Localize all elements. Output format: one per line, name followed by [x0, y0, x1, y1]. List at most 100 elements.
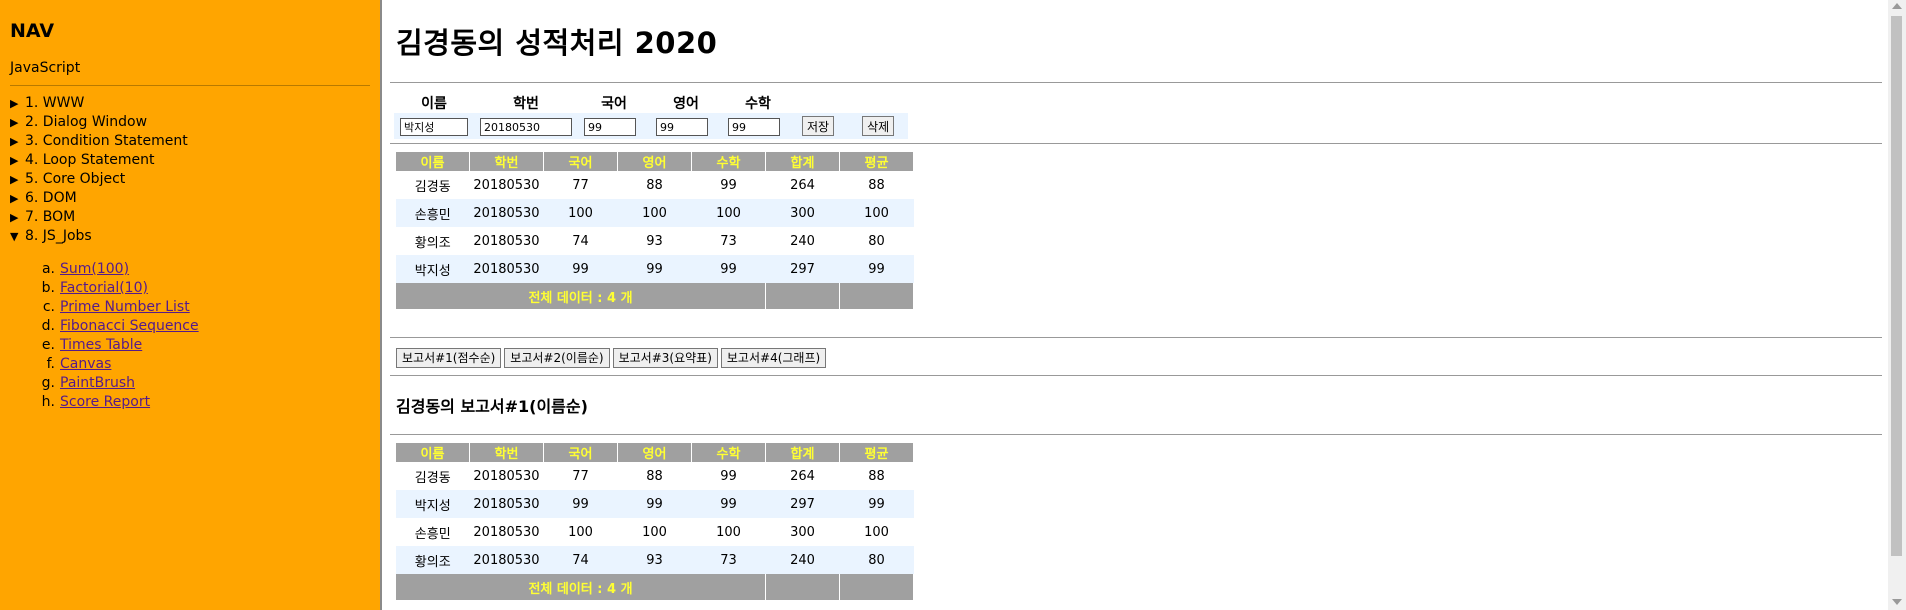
table-row: 손흥민 20180530 100 100 100 300 100 — [396, 199, 914, 227]
report-2-button[interactable]: 보고서#2(이름순) — [504, 347, 610, 368]
nav-item-label[interactable]: 7. BOM — [25, 209, 75, 225]
cell-id: 20180530 — [469, 255, 544, 283]
nav-item-loop-statement[interactable]: ▶ 4. Loop Statement — [10, 151, 370, 170]
expand-triangle-icon[interactable]: ▶ — [10, 132, 25, 151]
cell-english: 88 — [646, 177, 663, 193]
cell-korean: 74 — [572, 233, 589, 249]
divider — [390, 375, 1882, 376]
scroll-down-arrow-icon[interactable] — [1892, 599, 1902, 605]
nav-item-core-object[interactable]: ▶ 5. Core Object — [10, 170, 370, 189]
name-input[interactable] — [400, 118, 468, 136]
subitem-link[interactable]: Score Report — [60, 394, 150, 410]
column-header: 국어 — [543, 152, 618, 171]
nav-item-condition-statement[interactable]: ▶ 3. Condition Statement — [10, 132, 370, 151]
column-header: 합계 — [765, 443, 840, 462]
nav-item-dialog-window[interactable]: ▶ 2. Dialog Window — [10, 113, 370, 132]
footer-empty-cell — [839, 283, 914, 309]
column-header: 학번 — [469, 152, 544, 171]
report-3-button[interactable]: 보고서#3(요약표) — [612, 347, 718, 368]
expand-triangle-icon[interactable]: ▶ — [10, 151, 25, 170]
nav-item-label[interactable]: 2. Dialog Window — [25, 114, 147, 130]
column-header: 영어 — [617, 443, 692, 462]
cell-korean: 74 — [543, 546, 618, 574]
nav-item-www[interactable]: ▶ 1. WWW — [10, 94, 370, 113]
nav-title: NAV — [10, 20, 55, 42]
save-button[interactable]: 저장 — [802, 116, 835, 137]
expand-triangle-icon[interactable]: ▶ — [10, 113, 25, 132]
cell-korean: 99 — [543, 490, 618, 518]
student-id-input[interactable] — [480, 118, 572, 137]
subitem-link[interactable]: Canvas — [60, 356, 111, 372]
column-header: 영어 — [617, 152, 692, 171]
math-score-input[interactable] — [728, 118, 780, 137]
nav-submenu: a. Sum(100) b. Factorial(10) c. Prime Numbe… — [36, 260, 370, 412]
subitem-link[interactable]: Sum(100) — [60, 261, 129, 277]
nav-item-label[interactable]: 3. Condition Statement — [25, 133, 188, 149]
cell-id: 20180530 — [469, 546, 544, 574]
cell-total: 300 — [790, 524, 815, 540]
report-title: 김경동의 보고서#1(이름순) — [396, 397, 588, 416]
nav-item-label[interactable]: 1. WWW — [25, 95, 84, 111]
cell-total: 297 — [765, 255, 840, 283]
collapse-triangle-icon[interactable]: ▼ — [10, 227, 25, 246]
nav-item-label[interactable]: 8. JS_Jobs — [25, 228, 92, 244]
cell-id: 20180530 — [473, 177, 540, 193]
cell-id: 20180530 — [473, 233, 540, 249]
column-header: 수학 — [691, 443, 766, 462]
subitem-sum: a. Sum(100) — [36, 260, 370, 279]
report-4-button[interactable]: 보고서#4(그래프) — [720, 347, 827, 368]
nav-subtitle: JavaScript — [10, 60, 81, 76]
delete-button[interactable]: 삭제 — [862, 116, 895, 137]
english-score-input[interactable] — [656, 118, 708, 137]
cell-total: 300 — [765, 199, 840, 227]
cell-average: 80 — [868, 233, 885, 249]
nav-item-dom[interactable]: ▶ 6. DOM — [10, 189, 370, 208]
cell-math: 73 — [691, 546, 766, 574]
cell-english: 99 — [617, 255, 692, 283]
expand-triangle-icon[interactable]: ▶ — [10, 170, 25, 189]
cell-korean: 77 — [572, 468, 589, 484]
cell-total: 264 — [790, 468, 815, 484]
report-table: 이름 학번 국어 영어 수학 합계 평균 김경동 20180530 77 88 … — [396, 443, 914, 600]
divider — [390, 143, 1882, 144]
nav-item-label[interactable]: 6. DOM — [25, 190, 77, 206]
nav-item-label[interactable]: 5. Core Object — [25, 171, 125, 187]
korean-score-input[interactable] — [584, 118, 636, 137]
form-header-name: 이름 — [421, 96, 447, 112]
expand-triangle-icon[interactable]: ▶ — [10, 189, 25, 208]
cell-math: 100 — [716, 524, 741, 540]
expand-triangle-icon[interactable]: ▶ — [10, 94, 25, 113]
cell-korean: 77 — [572, 177, 589, 193]
subitem-prime-number-list: c. Prime Number List — [36, 298, 370, 317]
cell-average: 100 — [864, 524, 889, 540]
cell-math: 73 — [720, 233, 737, 249]
cell-name: 박지성 — [396, 490, 470, 518]
scrollbar-thumb[interactable] — [1891, 16, 1902, 556]
cell-english: 93 — [646, 233, 663, 249]
subitem-link[interactable]: Fibonacci Sequence — [60, 318, 199, 334]
subitem-link[interactable]: PaintBrush — [60, 375, 135, 391]
cell-math: 99 — [720, 468, 737, 484]
subitem-link[interactable]: Prime Number List — [60, 299, 190, 315]
nav-item-label[interactable]: 4. Loop Statement — [25, 152, 155, 168]
cell-name: 황의조 — [396, 546, 470, 574]
subitem-link[interactable]: Times Table — [60, 337, 142, 353]
nav-item-js-jobs[interactable]: ▼ 8. JS_Jobs — [10, 227, 370, 246]
cell-id: 20180530 — [473, 468, 540, 484]
cell-id: 20180530 — [473, 524, 540, 540]
subitem-letter: d. — [41, 318, 55, 334]
cell-math: 100 — [691, 199, 766, 227]
nav-item-bom[interactable]: ▶ 7. BOM — [10, 208, 370, 227]
report-1-button[interactable]: 보고서#1(점수순) — [396, 347, 502, 368]
column-header: 평균 — [839, 152, 914, 171]
cell-english: 93 — [617, 546, 692, 574]
sidebar-nav: NAV JavaScript ▶ 1. WWW ▶ 2. Dialog Window… — [0, 0, 382, 610]
expand-triangle-icon[interactable]: ▶ — [10, 208, 25, 227]
scroll-up-arrow-icon[interactable] — [1892, 3, 1902, 9]
sidebar-divider — [10, 85, 370, 86]
vertical-scrollbar[interactable] — [1888, 0, 1906, 610]
subitem-link[interactable]: Factorial(10) — [60, 280, 148, 296]
column-header: 합계 — [765, 152, 840, 171]
score-entry-form: 이름 학번 국어 영어 수학 저장 삭제 — [394, 93, 909, 139]
score-table: 이름 학번 국어 영어 수학 합계 평균 김경동 20180530 77 88 … — [396, 152, 914, 309]
